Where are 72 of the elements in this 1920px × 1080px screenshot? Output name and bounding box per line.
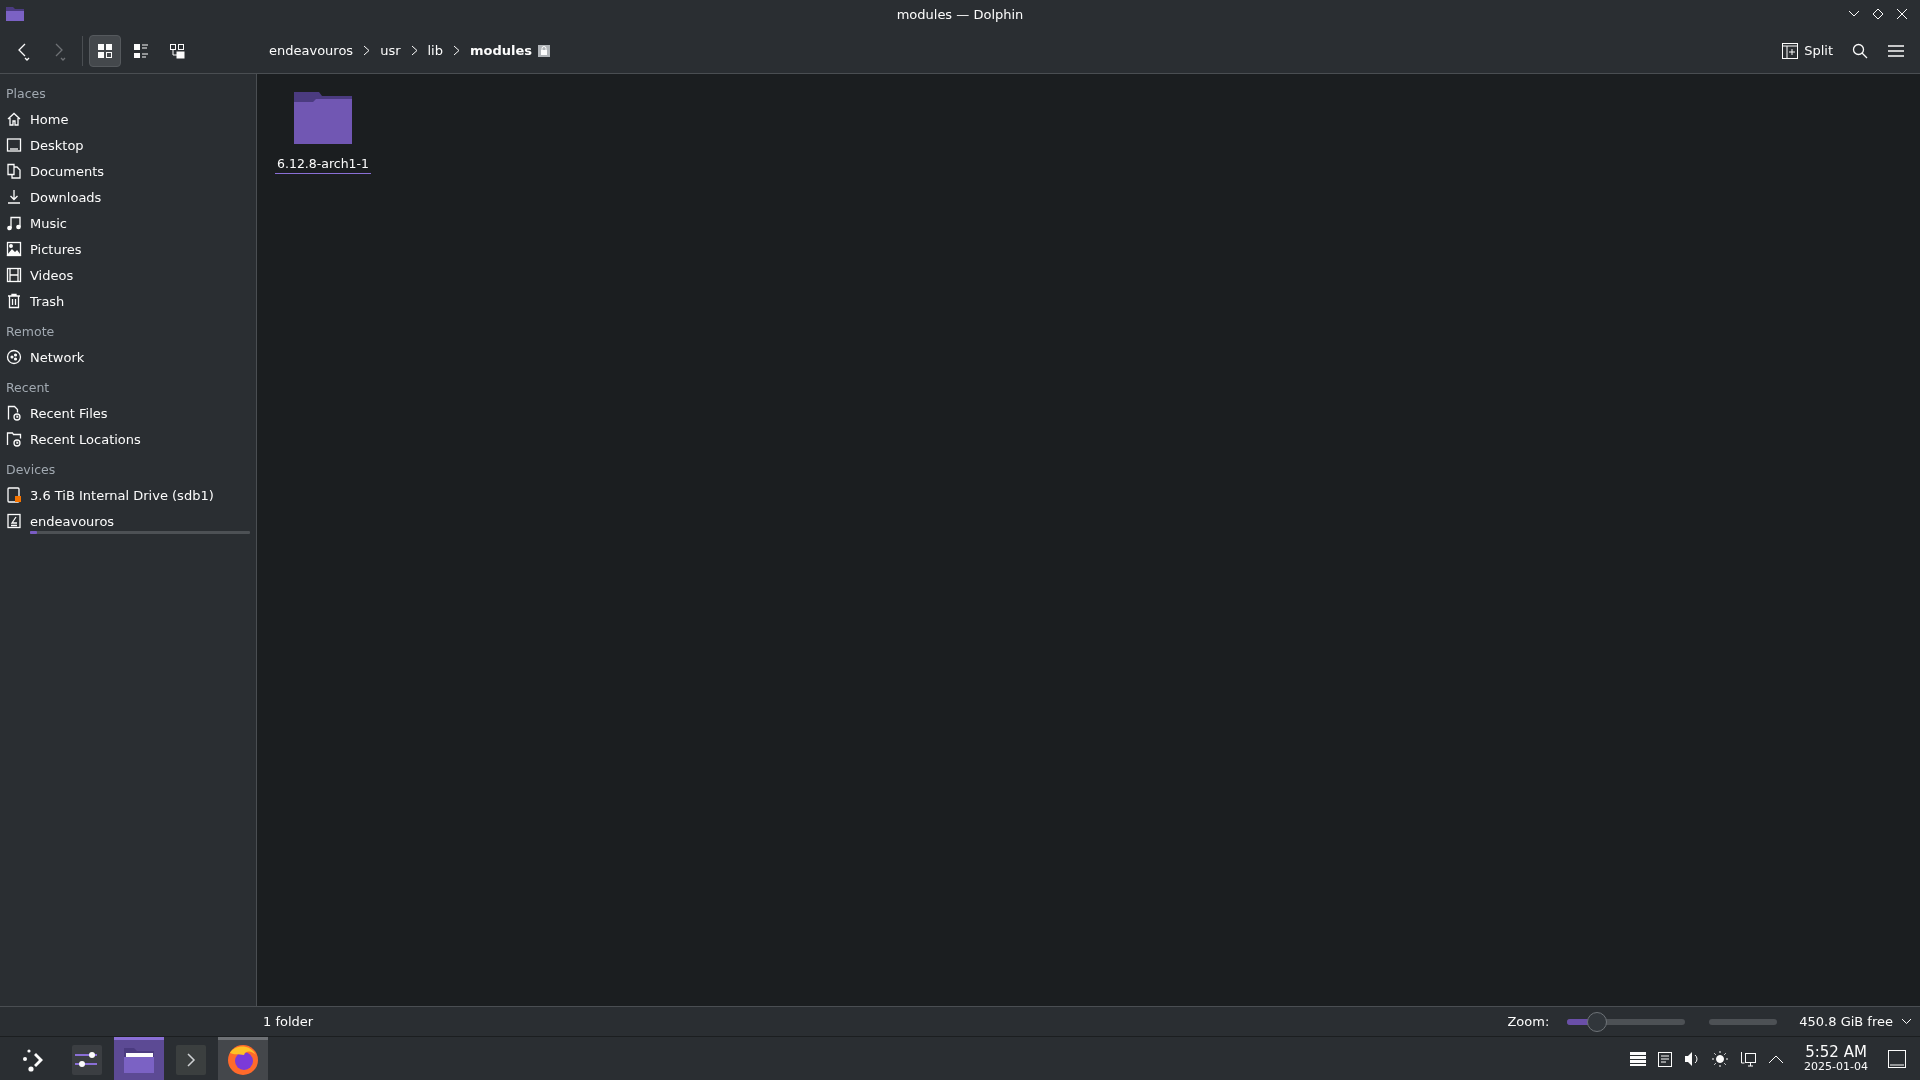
network-icon: [6, 349, 22, 365]
music-icon: [6, 215, 22, 231]
documents-icon: [6, 163, 22, 179]
sidebar-item[interactable]: Desktop: [6, 132, 250, 158]
clock[interactable]: 5:52 AM 2025-01-04: [1796, 1044, 1876, 1073]
close-icon: [1896, 8, 1908, 20]
sidebar-item[interactable]: Music: [6, 210, 250, 236]
recent-folder-icon: [6, 431, 22, 447]
show-desktop-icon[interactable]: [1888, 1049, 1906, 1068]
sidebar-item[interactable]: Pictures: [6, 236, 250, 262]
terminal-icon: [176, 1045, 206, 1075]
sidebar-item[interactable]: Videos: [6, 262, 250, 288]
view-mode-button[interactable]: [89, 34, 121, 67]
diamond-icon: [1872, 8, 1884, 20]
desktop-icon: [6, 137, 22, 153]
folder-icon: [6, 7, 24, 21]
breadcrumb-item[interactable]: usr: [378, 43, 403, 58]
sidebar-item[interactable]: Recent Locations: [6, 426, 250, 452]
free-space-bar: [1709, 1018, 1778, 1025]
download-icon: [6, 189, 22, 205]
files-icon: [123, 1046, 155, 1074]
sidebar-item[interactable]: Network: [6, 344, 250, 370]
sidebar-item[interactable]: Downloads: [6, 184, 250, 210]
drive-icon: [6, 487, 22, 503]
section-title: Places: [5, 84, 47, 103]
view-mode-icon: [169, 42, 185, 59]
trash-icon: [6, 293, 22, 309]
settings-icon: [72, 1045, 102, 1075]
section-title: Remote: [5, 322, 56, 341]
chevron-right-icon: [453, 45, 460, 56]
view-mode-icon: [97, 42, 113, 59]
recent-file-icon: [6, 405, 22, 421]
sidebar-item[interactable]: Recent Files: [6, 400, 250, 426]
brightness-icon[interactable]: [1712, 1050, 1729, 1067]
home-icon: [6, 111, 22, 127]
lock-icon: [538, 44, 551, 57]
file-name[interactable]: 6.12.8-arch1-1: [275, 156, 371, 174]
picture-icon: [6, 241, 22, 257]
status-summary: 1 folder: [263, 1014, 314, 1029]
clipboard-icon[interactable]: [1658, 1050, 1673, 1067]
taskbar-app[interactable]: [114, 1037, 164, 1080]
section-title: Recent: [5, 378, 51, 397]
split-button[interactable]: Split: [1775, 34, 1840, 67]
free-space-label[interactable]: 450.8 GiB free: [1799, 1014, 1893, 1029]
window-title: modules — Dolphin: [895, 6, 1025, 22]
volume-icon[interactable]: [1684, 1050, 1701, 1067]
zoom-label: Zoom:: [1507, 1014, 1550, 1029]
split-view-icon: [1782, 42, 1799, 59]
menu-icon: [1888, 43, 1904, 58]
firewall-icon[interactable]: [1630, 1051, 1647, 1066]
breadcrumb-item[interactable]: lib: [425, 43, 445, 58]
section-title: Devices: [5, 460, 57, 479]
taskbar-app[interactable]: [218, 1037, 268, 1080]
network-icon[interactable]: [1740, 1050, 1757, 1067]
chevron-up-icon[interactable]: [1768, 1053, 1785, 1064]
breadcrumb-item[interactable]: endeavouros: [267, 43, 356, 58]
chevron-down-icon[interactable]: [1901, 1018, 1912, 1025]
breadcrumb-item[interactable]: modules: [468, 43, 553, 58]
sidebar-item[interactable]: endeavouros: [6, 508, 250, 534]
view-mode-icon: [133, 42, 149, 59]
search-icon: [1852, 42, 1868, 59]
browser-icon: [226, 1043, 260, 1077]
sidebar-item[interactable]: Documents: [6, 158, 250, 184]
chevron-right-icon: [363, 45, 371, 56]
drive-icon: [6, 513, 22, 529]
chevron-down-icon: [1848, 10, 1860, 18]
film-icon: [6, 267, 22, 283]
sidebar-item[interactable]: Trash: [6, 288, 250, 314]
chevron-right-icon: [410, 45, 418, 56]
folder-icon[interactable]: [294, 92, 352, 144]
sidebar-item[interactable]: Home: [6, 106, 250, 132]
sidebar-item[interactable]: 3.6 TiB Internal Drive (sdb1): [6, 482, 250, 508]
